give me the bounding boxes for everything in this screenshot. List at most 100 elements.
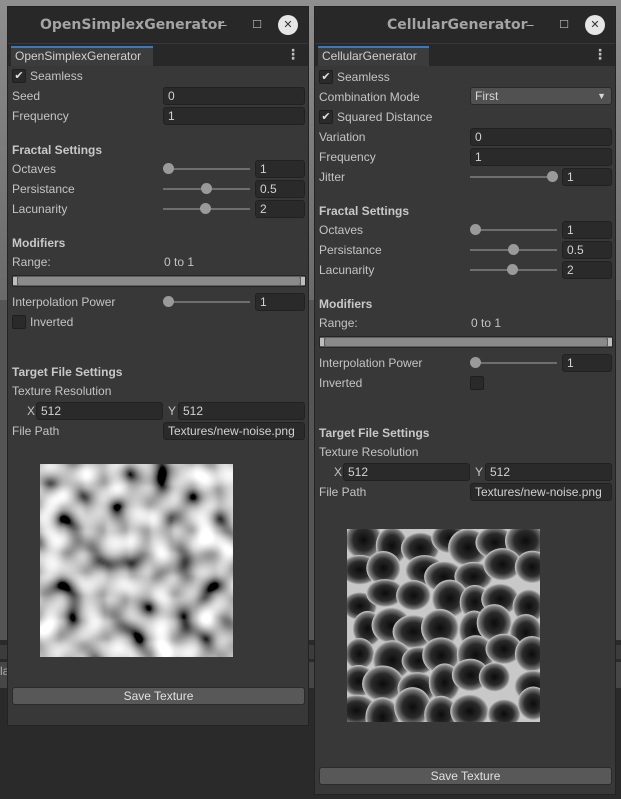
- texture-resolution-label: Texture Resolution: [12, 384, 112, 398]
- tab-opensimplex[interactable]: OpenSimplexGenerator: [11, 46, 154, 66]
- inverted-checkbox[interactable]: [470, 376, 484, 390]
- seed-label: Seed: [12, 89, 41, 103]
- lacunarity-label: Lacunarity: [12, 202, 68, 216]
- interpolation-slider-handle[interactable]: [163, 296, 174, 307]
- inverted-label: Inverted: [30, 315, 74, 329]
- persistance-field[interactable]: 0.5: [255, 180, 305, 198]
- range-min-handle[interactable]: [13, 277, 17, 285]
- interpolation-slider-track[interactable]: [168, 301, 250, 303]
- combination-mode-dropdown[interactable]: First ▼: [470, 87, 612, 105]
- combination-mode-label: Combination Mode: [319, 90, 420, 104]
- file-path-field[interactable]: Textures/new-noise.png: [163, 422, 305, 440]
- minimize-icon[interactable]: –: [214, 16, 232, 34]
- interpolation-power-label: Interpolation Power: [319, 356, 423, 370]
- fractal-settings-header: Fractal Settings: [319, 204, 410, 218]
- modifiers-header: Modifiers: [319, 297, 373, 311]
- resolution-y-field[interactable]: 512: [178, 402, 305, 420]
- frequency-label: Frequency: [12, 109, 69, 123]
- lacunarity-field[interactable]: 2: [562, 261, 612, 279]
- octaves-field[interactable]: 1: [255, 160, 305, 178]
- range-minmax-slider[interactable]: [319, 336, 613, 348]
- close-icon[interactable]: ✕: [278, 15, 298, 35]
- lacunarity-field[interactable]: 2: [255, 200, 305, 218]
- range-max-handle[interactable]: [608, 338, 612, 346]
- resolution-x-field[interactable]: 512: [36, 402, 163, 420]
- range-value: 0 to 1: [471, 316, 502, 330]
- resolution-x-field[interactable]: 512: [343, 463, 470, 481]
- octaves-slider-handle[interactable]: [470, 224, 481, 235]
- interpolation-power-field[interactable]: 1: [562, 354, 612, 372]
- file-path-field[interactable]: Textures/new-noise.png: [470, 483, 612, 501]
- range-label: Range:: [319, 316, 358, 330]
- persistance-slider-handle[interactable]: [508, 244, 519, 255]
- persistance-label: Persistance: [319, 243, 382, 257]
- inverted-checkbox[interactable]: [12, 315, 26, 329]
- frequency-field[interactable]: 1: [470, 148, 612, 166]
- resolution-x-label: X: [334, 465, 343, 479]
- lacunarity-slider-handle[interactable]: [507, 264, 518, 275]
- target-file-settings-header: Target File Settings: [12, 365, 123, 379]
- jitter-field[interactable]: 1: [562, 168, 612, 186]
- squared-distance-label: Squared Distance: [337, 110, 433, 124]
- maximize-icon[interactable]: ☐: [248, 16, 266, 34]
- variation-label: Variation: [319, 130, 366, 144]
- tab-bar: CellularGenerator ⋮: [315, 44, 615, 66]
- dropdown-arrow-icon: ▼: [597, 91, 606, 101]
- cellular-generator-window: CellularGenerator – ☐ ✕ CellularGenerato…: [314, 6, 616, 795]
- range-minmax-slider[interactable]: [12, 275, 306, 287]
- persistance-label: Persistance: [12, 182, 75, 196]
- combination-mode-value: First: [475, 89, 499, 103]
- modifiers-header: Modifiers: [12, 236, 66, 250]
- window-titlebar[interactable]: OpenSimplexGenerator – ☐ ✕: [8, 7, 308, 43]
- range-fill: [18, 277, 300, 285]
- octaves-field[interactable]: 1: [562, 221, 612, 239]
- lacunarity-slider-handle[interactable]: [200, 203, 211, 214]
- range-min-handle[interactable]: [320, 338, 324, 346]
- save-texture-button[interactable]: Save Texture: [319, 767, 612, 785]
- cellular-preview-image: [347, 529, 540, 722]
- texture-resolution-label: Texture Resolution: [319, 445, 419, 459]
- interpolation-slider-handle[interactable]: [470, 357, 481, 368]
- seamless-label: Seamless: [30, 69, 83, 83]
- range-fill: [325, 338, 607, 346]
- variation-field[interactable]: 0: [470, 128, 612, 146]
- close-icon[interactable]: ✕: [585, 15, 605, 35]
- jitter-slider-track[interactable]: [470, 176, 552, 178]
- kebab-menu-icon[interactable]: ⋮: [593, 46, 607, 63]
- opensimplex-generator-window: OpenSimplexGenerator – ☐ ✕ OpenSimplexGe…: [7, 6, 309, 726]
- window-title: CellularGenerator: [387, 17, 528, 33]
- resolution-y-field[interactable]: 512: [485, 463, 612, 481]
- range-max-handle[interactable]: [301, 277, 305, 285]
- jitter-slider-handle[interactable]: [547, 171, 558, 182]
- minimize-icon[interactable]: –: [521, 16, 539, 34]
- inverted-label: Inverted: [319, 376, 363, 390]
- seamless-checkbox[interactable]: ✔: [319, 70, 333, 84]
- persistance-slider-handle[interactable]: [201, 183, 212, 194]
- frequency-label: Frequency: [319, 150, 376, 164]
- tab-cellular[interactable]: CellularGenerator: [318, 46, 429, 66]
- seed-field[interactable]: 0: [163, 87, 305, 105]
- octaves-label: Octaves: [319, 223, 364, 237]
- lacunarity-label: Lacunarity: [319, 263, 375, 277]
- interpolation-slider-track[interactable]: [475, 362, 557, 364]
- tab-bar: OpenSimplexGenerator ⋮: [8, 44, 308, 66]
- resolution-x-label: X: [27, 404, 36, 418]
- file-path-label: File Path: [319, 485, 367, 499]
- octaves-slider-track[interactable]: [168, 168, 250, 170]
- kebab-menu-icon[interactable]: ⋮: [286, 46, 300, 63]
- target-file-settings-header: Target File Settings: [319, 426, 430, 440]
- octaves-slider-handle[interactable]: [163, 163, 174, 174]
- fractal-settings-header: Fractal Settings: [12, 143, 103, 157]
- octaves-slider-track[interactable]: [475, 229, 557, 231]
- jitter-label: Jitter: [319, 170, 346, 184]
- maximize-icon[interactable]: ☐: [555, 16, 573, 34]
- window-titlebar[interactable]: CellularGenerator – ☐ ✕: [315, 7, 615, 43]
- checkmark-icon: ✔: [14, 70, 24, 82]
- persistance-field[interactable]: 0.5: [562, 241, 612, 259]
- seamless-checkbox[interactable]: ✔: [12, 69, 26, 83]
- save-texture-button[interactable]: Save Texture: [12, 687, 305, 705]
- interpolation-power-field[interactable]: 1: [255, 293, 305, 311]
- squared-distance-checkbox[interactable]: ✔: [319, 110, 333, 124]
- frequency-field[interactable]: 1: [163, 107, 305, 125]
- range-value: 0 to 1: [164, 255, 195, 269]
